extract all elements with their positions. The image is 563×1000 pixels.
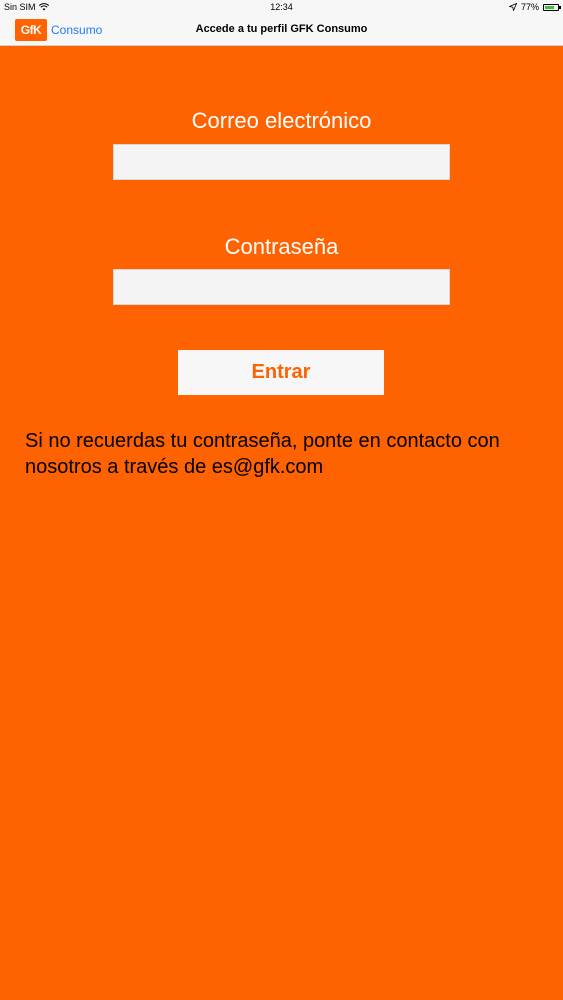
battery-fill (545, 5, 554, 9)
enter-button[interactable]: Entrar (178, 350, 384, 395)
battery-icon (543, 3, 561, 11)
location-arrow-icon (508, 3, 517, 11)
status-time: 12:34 (270, 2, 293, 12)
password-field[interactable] (113, 269, 450, 305)
password-label: Contraseña (224, 234, 339, 259)
navigation-bar: GfK Consumo Accede a tu perfil GFK Consu… (0, 14, 563, 46)
page-title: Accede a tu perfil GFK Consumo (195, 23, 368, 35)
status-right: 77% (508, 2, 561, 12)
email-label: Correo electrónico (191, 108, 372, 133)
battery-percent: 77% (520, 2, 539, 12)
status-bar: Sin SIM 12:34 77% (0, 0, 563, 14)
password-help-text: Si no recuerdas tu contraseña, ponte en … (25, 430, 500, 478)
email-field[interactable] (113, 144, 450, 180)
